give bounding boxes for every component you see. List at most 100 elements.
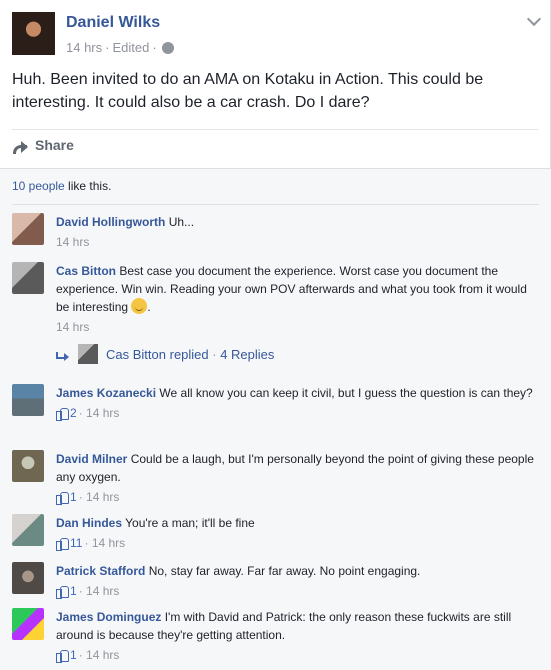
like-icon[interactable]: [56, 407, 69, 421]
post-author-name[interactable]: Daniel Wilks: [66, 14, 160, 32]
chevron-down-icon[interactable]: [526, 11, 542, 27]
comment-avatar[interactable]: [12, 384, 44, 416]
edited-label[interactable]: Edited: [112, 40, 149, 55]
like-icon[interactable]: [56, 491, 69, 505]
comment-body: David Hollingworth Uh... 14 hrs: [56, 213, 536, 249]
like-icon[interactable]: [56, 585, 69, 599]
comment-time[interactable]: 14 hrs: [86, 406, 119, 420]
comment-avatar[interactable]: [12, 514, 44, 546]
comment-body: David Milner Could be a laugh, but I'm p…: [56, 450, 536, 505]
comment-time[interactable]: 14 hrs: [56, 320, 89, 334]
comment-text: James Kozanecki We all know you can keep…: [56, 384, 536, 402]
comment-body: James Dominguez I'm with David and Patri…: [56, 608, 536, 663]
likes-count-link[interactable]: 10 people: [12, 179, 65, 193]
info-separator: ·: [78, 490, 83, 504]
reply-author[interactable]: Cas Bitton: [106, 347, 166, 362]
comment-time[interactable]: 14 hrs: [92, 536, 125, 550]
comment-message-end: .: [147, 300, 151, 314]
comment-author[interactable]: Dan Hindes: [56, 516, 122, 530]
comment-author[interactable]: James Dominguez: [56, 610, 161, 624]
comment-text: Cas Bitton Best case you document the ex…: [56, 262, 536, 316]
comment-body: Dan Hindes You're a man; it'll be fine 1…: [56, 514, 536, 551]
comment-body: Cas Bitton Best case you document the ex…: [56, 262, 536, 334]
smile-icon: [131, 298, 148, 314]
comment-message: No, stay far away. Far far away. No poin…: [148, 564, 421, 578]
comment-time[interactable]: 14 hrs: [56, 235, 89, 249]
author-avatar[interactable]: [12, 12, 55, 55]
like-count[interactable]: 2: [70, 406, 77, 420]
comment-time[interactable]: 14 hrs: [86, 490, 119, 504]
share-icon: [12, 137, 28, 154]
comment-author[interactable]: David Milner: [56, 452, 127, 466]
comment-text: Dan Hindes You're a man; it'll be fine: [56, 514, 536, 532]
comment-message: You're a man; it'll be fine: [125, 516, 255, 530]
post-divider: [12, 129, 538, 130]
comment-avatar[interactable]: [12, 608, 44, 640]
comment-item: Cas Bitton Best case you document the ex…: [12, 262, 537, 368]
comments-section: 10 people like this. David Hollingworth …: [0, 168, 551, 670]
comment-item: David Milner Could be a laugh, but I'm p…: [12, 450, 537, 508]
likes-suffix: like this.: [64, 179, 112, 193]
comment-body: James Kozanecki We all know you can keep…: [56, 384, 536, 421]
post-time[interactable]: 14 hrs: [66, 40, 102, 55]
comment-avatar[interactable]: [12, 262, 44, 294]
comment-body: Patrick Stafford No, stay far away. Far …: [56, 562, 536, 599]
comment-time[interactable]: 14 hrs: [86, 584, 119, 598]
meta-separator: ·: [105, 40, 110, 55]
comment-item: James Kozanecki We all know you can keep…: [12, 384, 537, 442]
info-separator: ·: [78, 406, 83, 420]
reply-separator: ·: [208, 346, 221, 362]
meta-separator-2: ·: [152, 40, 157, 55]
comment-info: 11 · 14 hrs: [56, 536, 536, 551]
like-count[interactable]: 1: [70, 648, 77, 662]
comment-item: James Dominguez I'm with David and Patri…: [12, 608, 537, 666]
comment-item: Dan Hindes You're a man; it'll be fine 1…: [12, 514, 537, 554]
comment-message: Could be a laugh, but I'm personally bey…: [56, 452, 534, 484]
share-button[interactable]: Share: [12, 137, 74, 154]
info-separator: ·: [84, 536, 89, 550]
info-separator: ·: [78, 648, 83, 662]
comment-avatar[interactable]: [12, 450, 44, 482]
comment-avatar[interactable]: [12, 562, 44, 594]
comment-info: 1 · 14 hrs: [56, 490, 536, 505]
comment-item: David Hollingworth Uh... 14 hrs: [12, 213, 537, 255]
comment-time[interactable]: 14 hrs: [86, 648, 119, 662]
comment-info: 14 hrs: [56, 235, 536, 249]
post-text: Huh. Been invited to do an AMA on Kotaku…: [12, 71, 484, 111]
likes-divider: [12, 204, 539, 205]
comment-message: Best case you document the experience. W…: [56, 264, 527, 314]
post-meta: 14 hrs · Edited ·: [66, 40, 174, 55]
likes-summary: 10 people like this.: [12, 179, 111, 193]
share-label: Share: [35, 137, 74, 153]
comment-avatar[interactable]: [12, 213, 44, 245]
comment-message: We all know you can keep it civil, but I…: [159, 386, 533, 400]
comment-info: 1 · 14 hrs: [56, 648, 536, 663]
info-separator: ·: [78, 584, 83, 598]
reply-action: replied: [169, 346, 209, 362]
comment-info: 1 · 14 hrs: [56, 584, 536, 599]
comment-message: Uh...: [168, 215, 195, 229]
comment-info: 2 · 14 hrs: [56, 406, 536, 421]
reply-summary[interactable]: Cas Bitton replied · 4 Replies: [56, 344, 274, 364]
comment-item: Patrick Stafford No, stay far away. Far …: [12, 562, 537, 602]
reply-summary-text: Cas Bitton replied · 4 Replies: [106, 347, 274, 362]
globe-icon: [161, 41, 174, 54]
like-count[interactable]: 1: [70, 584, 77, 598]
comment-text: Patrick Stafford No, stay far away. Far …: [56, 562, 536, 580]
like-icon[interactable]: [56, 649, 69, 663]
comment-author[interactable]: Patrick Stafford: [56, 564, 145, 578]
comment-text: David Hollingworth Uh...: [56, 213, 536, 231]
reply-arrow-icon: [56, 347, 70, 361]
comment-author[interactable]: Cas Bitton: [56, 264, 116, 278]
comment-text: David Milner Could be a laugh, but I'm p…: [56, 450, 536, 486]
comment-info: 14 hrs: [56, 320, 536, 334]
like-count[interactable]: 1: [70, 490, 77, 504]
comment-author[interactable]: James Kozanecki: [56, 386, 156, 400]
like-icon[interactable]: [56, 537, 69, 551]
reply-count[interactable]: 4 Replies: [220, 347, 274, 362]
post-card: Daniel Wilks 14 hrs · Edited · Huh. Been…: [0, 0, 551, 168]
reply-avatar: [78, 344, 98, 364]
comment-author[interactable]: David Hollingworth: [56, 215, 165, 229]
like-count[interactable]: 11: [70, 536, 82, 550]
comment-text: James Dominguez I'm with David and Patri…: [56, 608, 536, 644]
